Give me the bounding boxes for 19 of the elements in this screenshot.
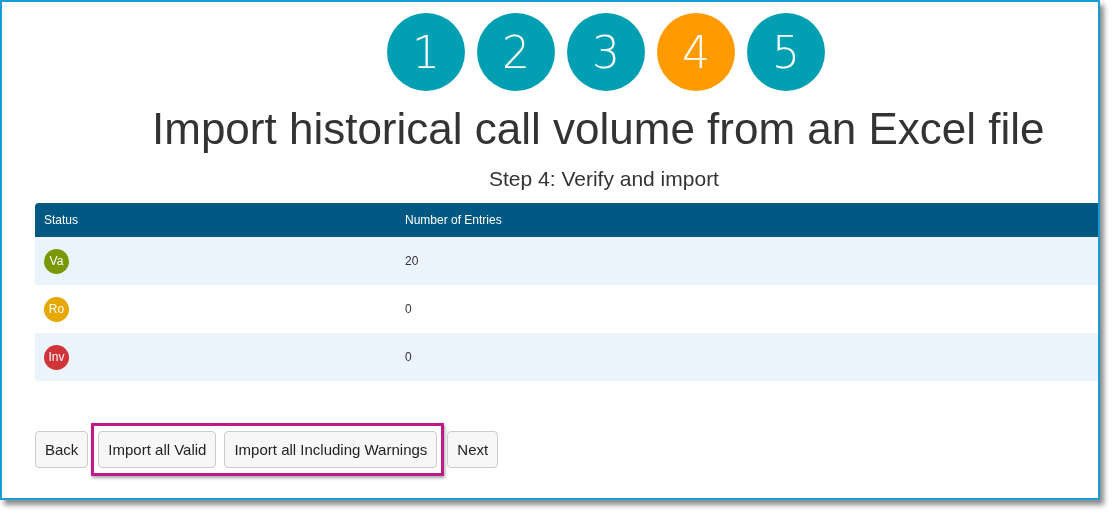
- page-title: Import historical call volume from an Excel file: [152, 103, 1046, 155]
- entry-count: 0: [404, 350, 413, 364]
- entry-count: 0: [404, 302, 413, 316]
- step-indicator[interactable]: 3: [567, 13, 645, 91]
- button[interactable]: Next: [447, 431, 499, 468]
- button[interactable]: Import all Including Warnings: [224, 431, 438, 468]
- button[interactable]: Import all Valid: [98, 431, 217, 468]
- entry-count: 20: [404, 254, 420, 268]
- column-header: Status: [43, 213, 80, 227]
- column-header: Number of Entries: [404, 213, 503, 227]
- status-badge: Inv: [44, 344, 69, 370]
- status-badge: Va: [44, 248, 69, 274]
- step-indicator[interactable]: 1: [387, 13, 465, 91]
- step-indicator[interactable]: 2: [477, 13, 555, 91]
- step-subtitle: Step 4: Verify and import: [489, 166, 720, 192]
- button[interactable]: Back: [35, 431, 89, 468]
- step-indicator[interactable]: 5: [747, 13, 825, 91]
- status-badge: Ro: [44, 296, 69, 322]
- step-indicator[interactable]: 4: [657, 13, 735, 91]
